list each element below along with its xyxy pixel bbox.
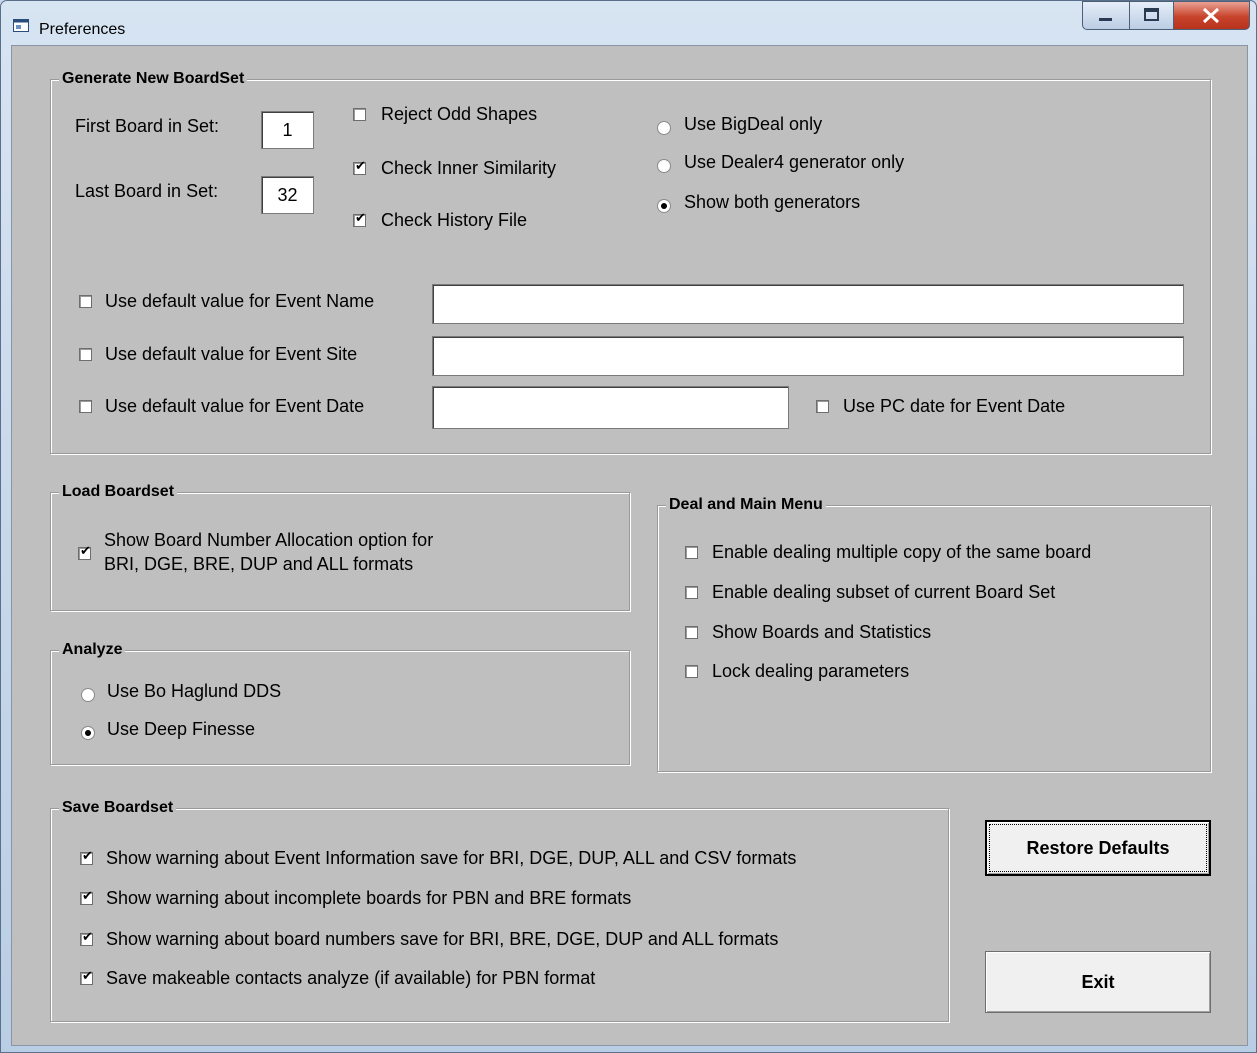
first-board-label: First Board in Set: (75, 116, 220, 136)
event-site-checkbox[interactable] (79, 348, 92, 361)
show-allocation-label-line2[interactable]: BRI, DGE, BRE, DUP and ALL formats (104, 554, 413, 575)
bigdeal-label[interactable]: Use BigDeal only (684, 114, 822, 135)
warn-incomplete-label[interactable]: Show warning about incomplete boards for… (106, 888, 631, 909)
warn-board-numbers-checkbox[interactable]: ✔ (80, 930, 93, 946)
check-inner-checkbox[interactable]: ✔ (353, 159, 366, 175)
check-icon: ✔ (355, 211, 366, 226)
deal-subset-label[interactable]: Enable dealing subset of current Board S… (712, 582, 1055, 603)
client-area: Generate New BoardSet First Board in Set… (11, 45, 1248, 1046)
check-history-label[interactable]: Check History File (381, 210, 527, 231)
show-allocation-label-line1[interactable]: Show Board Number Allocation option for (104, 530, 433, 551)
check-icon: ✔ (82, 849, 93, 864)
show-boards-checkbox[interactable] (685, 626, 698, 639)
event-name-checkbox[interactable] (79, 295, 92, 308)
bo-haglund-radio[interactable] (81, 688, 95, 702)
warn-incomplete-checkbox[interactable]: ✔ (80, 889, 93, 905)
preferences-window: Preferences Generate New BoardSet First … (0, 0, 1257, 1053)
analyze-group: Analyze Use Bo Haglund DDS Use Deep Fine… (50, 641, 630, 765)
radio-dot-icon (85, 730, 91, 736)
close-icon (1202, 7, 1220, 24)
minimize-button[interactable] (1082, 1, 1130, 30)
bo-haglund-label[interactable]: Use Bo Haglund DDS (107, 681, 281, 702)
last-board-input[interactable]: 32 (261, 176, 314, 214)
reject-odd-label[interactable]: Reject Odd Shapes (381, 104, 537, 125)
show-allocation-checkbox[interactable]: ✔ (78, 544, 91, 560)
event-name-input[interactable] (432, 284, 1184, 324)
minimize-icon (1099, 18, 1112, 21)
check-icon: ✔ (80, 544, 91, 559)
event-site-label[interactable]: Use default value for Event Site (105, 344, 357, 365)
check-icon: ✔ (82, 969, 93, 984)
deal-multiple-label[interactable]: Enable dealing multiple copy of the same… (712, 542, 1091, 563)
load-legend: Load Boardset (59, 483, 178, 501)
close-button[interactable] (1173, 1, 1250, 30)
warn-board-numbers-label[interactable]: Show warning about board numbers save fo… (106, 929, 778, 950)
show-boards-label[interactable]: Show Boards and Statistics (712, 622, 931, 643)
event-date-label[interactable]: Use default value for Event Date (105, 396, 364, 417)
app-icon (13, 19, 29, 32)
pc-date-checkbox[interactable] (816, 400, 829, 413)
lock-dealing-checkbox[interactable] (685, 665, 698, 678)
deep-finesse-radio[interactable] (81, 726, 95, 740)
event-name-label[interactable]: Use default value for Event Name (105, 291, 374, 312)
dealer4-label[interactable]: Use Dealer4 generator only (684, 152, 904, 173)
first-board-input[interactable]: 1 (261, 111, 314, 149)
deal-multiple-checkbox[interactable] (685, 546, 698, 559)
maximize-button[interactable] (1129, 1, 1174, 30)
event-date-checkbox[interactable] (79, 400, 92, 413)
dealer4-radio[interactable] (657, 159, 671, 173)
lock-dealing-label[interactable]: Lock dealing parameters (712, 661, 909, 682)
deep-finesse-label[interactable]: Use Deep Finesse (107, 719, 255, 740)
pc-date-label[interactable]: Use PC date for Event Date (843, 396, 1065, 417)
deal-group: Deal and Main Menu Enable dealing multip… (657, 496, 1211, 772)
last-board-label: Last Board in Set: (75, 181, 219, 201)
deal-subset-checkbox[interactable] (685, 586, 698, 599)
bigdeal-radio[interactable] (657, 121, 671, 135)
save-makeable-checkbox[interactable]: ✔ (80, 969, 93, 985)
event-date-input[interactable] (432, 386, 789, 429)
check-icon: ✔ (82, 889, 93, 904)
check-icon: ✔ (355, 159, 366, 174)
event-site-input[interactable] (432, 336, 1184, 376)
generate-group: Generate New BoardSet First Board in Set… (50, 70, 1211, 454)
check-icon: ✔ (82, 930, 93, 945)
exit-button[interactable]: Exit (985, 951, 1211, 1013)
both-generators-label[interactable]: Show both generators (684, 192, 860, 213)
restore-defaults-button[interactable]: Restore Defaults (985, 820, 1211, 876)
warn-event-info-checkbox[interactable]: ✔ (80, 849, 93, 865)
generate-legend: Generate New BoardSet (59, 70, 248, 88)
reject-odd-checkbox[interactable] (353, 108, 366, 121)
save-legend: Save Boardset (59, 799, 177, 817)
check-inner-label[interactable]: Check Inner Similarity (381, 158, 556, 179)
warn-event-info-label[interactable]: Show warning about Event Information sav… (106, 848, 796, 869)
load-group: Load Boardset ✔ Show Board Number Alloca… (50, 483, 630, 611)
analyze-legend: Analyze (59, 641, 126, 659)
check-history-checkbox[interactable]: ✔ (353, 211, 366, 227)
save-makeable-label[interactable]: Save makeable contacts analyze (if avail… (106, 968, 595, 989)
save-group: Save Boardset ✔ Show warning about Event… (50, 799, 949, 1022)
title-bar[interactable]: Preferences (1, 1, 1256, 45)
maximize-icon (1144, 8, 1159, 21)
window-title: Preferences (39, 21, 126, 38)
both-generators-radio[interactable] (657, 199, 671, 213)
deal-legend: Deal and Main Menu (666, 496, 826, 514)
radio-dot-icon (661, 203, 667, 209)
